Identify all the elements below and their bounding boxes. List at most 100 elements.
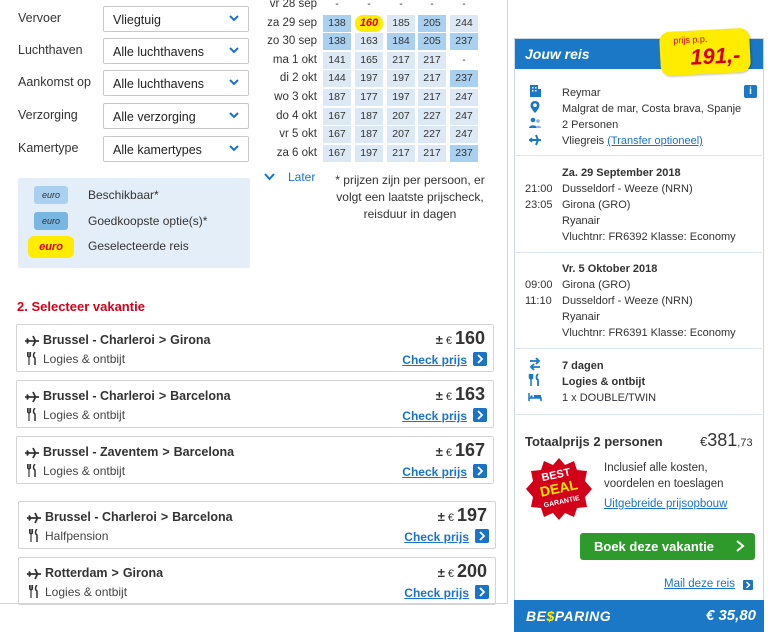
calendar-price-cell[interactable]: 187 xyxy=(355,126,383,144)
vacation-card[interactable]: Brussel - Charleroi > Girona Logies & ontbi… xyxy=(16,324,494,372)
calendar-price-cell[interactable]: 247 xyxy=(450,126,478,144)
calendar-price-cell[interactable]: 247 xyxy=(450,107,478,125)
calendar-price-cell[interactable]: 138 xyxy=(323,14,351,32)
chevron-down-icon xyxy=(229,112,239,119)
calendar-price-cell[interactable]: 197 xyxy=(387,89,415,106)
chevron-right-icon[interactable] xyxy=(475,585,489,599)
filter-label: Luchthaven xyxy=(18,43,83,57)
calendar-price-cell[interactable]: 141 xyxy=(323,51,351,69)
best-deal-badge-icon: BEST DEAL GARANTIE xyxy=(526,458,592,520)
hotel-icon xyxy=(530,85,541,97)
filter-select[interactable]: Alle luchthavens xyxy=(103,70,249,96)
filter-select[interactable]: Alle verzorging xyxy=(103,103,249,129)
calendar-price-cell[interactable]: 217 xyxy=(418,70,446,88)
calendar-price-cell[interactable]: 197 xyxy=(355,70,383,88)
route-separator: > xyxy=(158,389,167,403)
section-title: 2. Selecteer vakantie xyxy=(17,299,145,314)
calendar-price-cell[interactable]: 184 xyxy=(387,33,415,51)
vacation-price: ± €197 xyxy=(438,505,487,526)
chevron-right-icon[interactable] xyxy=(475,529,489,543)
calendar-row: vr 28 sep - - - - - xyxy=(258,0,498,14)
vacation-card[interactable]: Brussel - Charleroi > Barcelona Logies & on… xyxy=(16,380,494,428)
calendar-price-cell[interactable]: 177 xyxy=(355,89,383,106)
currency-symbol: € xyxy=(447,568,454,580)
mail-trip-link[interactable]: Mail deze reis xyxy=(664,578,735,590)
currency-symbol: € xyxy=(445,447,452,459)
calendar-price-cell[interactable]: 217 xyxy=(387,51,415,69)
chevron-right-icon[interactable] xyxy=(473,408,487,422)
info-icon[interactable]: i xyxy=(744,85,757,98)
price-prefix: ± xyxy=(437,565,445,580)
filter-select[interactable]: Alle luchthavens xyxy=(103,38,249,64)
calendar-price-cell[interactable]: 205 xyxy=(418,33,446,51)
filter-select[interactable]: Alle kamertypes xyxy=(103,136,249,162)
chevron-right-icon[interactable] xyxy=(473,464,487,478)
calendar-price-cell[interactable]: 217 xyxy=(387,144,415,162)
chevron-right-icon[interactable] xyxy=(743,580,753,590)
vacation-board: Logies & ontbijt xyxy=(45,585,128,599)
calendar-price-cell[interactable]: 167 xyxy=(323,144,351,162)
vacation-card[interactable]: Brussel - Zaventem > Barcelona Logies & ont… xyxy=(16,436,494,484)
airplane-icon xyxy=(25,391,39,403)
filter-select[interactable]: Vliegtuig xyxy=(103,6,249,32)
transfer-optional-link[interactable]: (Transfer optioneel) xyxy=(607,135,703,147)
calendar-row: ma 1 okt 141 165 217 217- xyxy=(258,51,498,70)
check-price-link[interactable]: Check prijs xyxy=(402,409,467,423)
vacation-card[interactable]: Rotterdam > Girona Logies & ontbijt ± €200 Che… xyxy=(18,557,496,605)
fork-knife-icon xyxy=(27,408,36,421)
trip-summary-title: Jouw reis xyxy=(525,46,590,62)
calendar-price-cell[interactable]: 167 xyxy=(323,126,351,144)
check-price-link[interactable]: Check prijs xyxy=(402,465,467,479)
calendar-price-cell[interactable]: 197 xyxy=(387,70,415,88)
calendar-price-cell[interactable]: 227 xyxy=(418,126,446,144)
filter-row: Aankomst op Alle luchthavens xyxy=(18,70,250,96)
calendar-price-cell[interactable]: 217 xyxy=(418,51,446,69)
outbound-dep-time: 21:00 xyxy=(525,183,553,195)
airplane-icon xyxy=(27,568,41,580)
book-vacation-button[interactable]: Boek deze vakantie xyxy=(580,533,755,560)
check-price-link[interactable]: Check prijs xyxy=(404,586,469,600)
return-flight: Vluchtnr: FR6391 Klasse: Economy xyxy=(562,327,736,339)
calendar-price-cell[interactable]: 207 xyxy=(387,126,415,144)
calendar-price-cell[interactable]: 167 xyxy=(323,107,351,125)
calendar-price-cell[interactable]: 187 xyxy=(323,89,351,106)
calendar-price-cell[interactable]: 144 xyxy=(323,70,351,88)
route-to: Barcelona xyxy=(172,510,233,524)
vacation-board: Logies & ontbijt xyxy=(43,464,126,478)
calendar-price-cell[interactable]: 160 xyxy=(355,14,383,32)
calendar-price-cell[interactable]: 227 xyxy=(418,107,446,125)
divider xyxy=(0,603,508,604)
filter-select-value: Alle luchthavens xyxy=(113,77,205,91)
calendar-price-cell[interactable]: 205 xyxy=(418,14,446,32)
calendar-price-cell[interactable]: 163 xyxy=(355,33,383,51)
calendar-price-cell: - xyxy=(367,0,371,10)
calendar-price-cell[interactable]: 244 xyxy=(450,14,478,32)
calendar-price-cell[interactable]: 185 xyxy=(387,14,415,32)
price-breakdown-link[interactable]: Uitgebreide prijsopbouw xyxy=(604,498,727,510)
calendar-price-cell[interactable]: 138 xyxy=(323,33,351,51)
chevron-right-icon[interactable] xyxy=(473,352,487,366)
later-link[interactable]: Later xyxy=(264,170,315,184)
calendar-price-cell[interactable]: 207 xyxy=(387,107,415,125)
price-sticker: prijs p.p. 191,- xyxy=(658,27,752,77)
check-price-link[interactable]: Check prijs xyxy=(402,353,467,367)
calendar-price-cell[interactable]: 237 xyxy=(450,33,478,51)
chevron-down-icon xyxy=(229,15,239,22)
calendar-price-cell[interactable]: 247 xyxy=(450,89,478,106)
calendar-price-cell[interactable]: 197 xyxy=(355,144,383,162)
filter-select-value: Vliegtuig xyxy=(113,13,161,27)
route-from: Brussel - Charleroi xyxy=(45,510,157,524)
calendar-date: vr 28 sep xyxy=(269,0,317,10)
calendar-date: do 4 okt xyxy=(276,109,317,122)
vacation-card[interactable]: Brussel - Charleroi > Barcelona Halfpension… xyxy=(18,501,496,549)
check-price-link[interactable]: Check prijs xyxy=(404,530,469,544)
calendar-price-cell[interactable]: 237 xyxy=(450,70,478,88)
calendar-price-cell[interactable]: 217 xyxy=(418,144,446,162)
fork-knife-icon xyxy=(27,464,36,477)
calendar-price-cell[interactable]: 187 xyxy=(355,107,383,125)
calendar-price-cell[interactable]: 217 xyxy=(418,89,446,106)
hotel-location: Malgrat de mar, Costa brava, Spanje xyxy=(562,103,742,115)
price-note: * prijzen zijn per persoon, er volgt een… xyxy=(335,173,485,221)
calendar-price-cell[interactable]: 165 xyxy=(355,51,383,69)
calendar-price-cell[interactable]: 237 xyxy=(450,144,478,162)
